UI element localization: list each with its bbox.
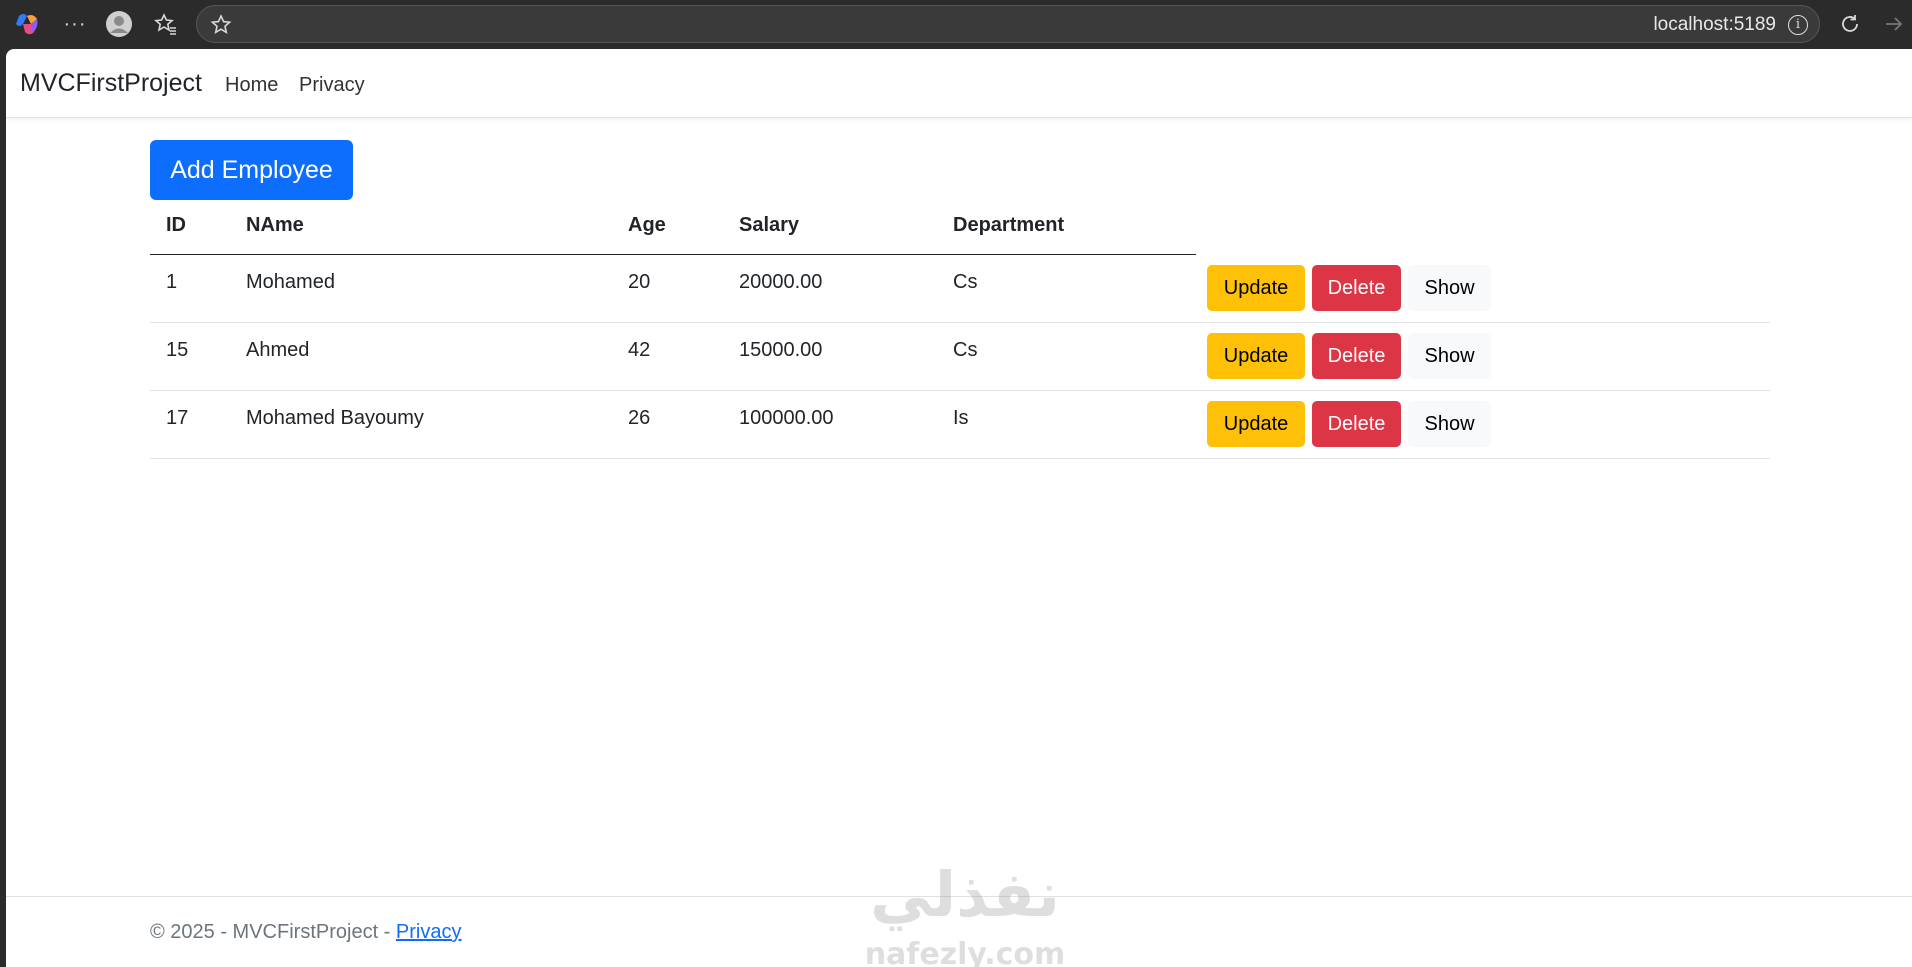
column-header-age: Age bbox=[628, 214, 666, 236]
copilot-icon[interactable] bbox=[11, 8, 43, 40]
favorites-icon[interactable] bbox=[150, 8, 182, 40]
watermark-latin-text: nafezly.com bbox=[865, 937, 1066, 967]
cell-salary: 100000.00 bbox=[739, 407, 834, 429]
footer-text: © 2025 - MVCFirstProject - Privacy bbox=[150, 921, 461, 944]
show-button[interactable]: Show bbox=[1408, 333, 1491, 379]
table-row: 15 Ahmed 42 15000.00 Cs Update Delete Sh… bbox=[150, 323, 1770, 391]
reload-icon[interactable] bbox=[1834, 8, 1866, 40]
cell-name: Ahmed bbox=[246, 339, 310, 361]
column-header-id: ID bbox=[166, 214, 186, 236]
web-page: MVCFirstProject Home Privacy Add Employe… bbox=[6, 49, 1912, 967]
update-button[interactable]: Update bbox=[1207, 265, 1305, 311]
column-header-department: Department bbox=[953, 214, 1065, 236]
delete-button[interactable]: Delete bbox=[1312, 401, 1401, 447]
add-employee-button[interactable]: Add Employee bbox=[150, 140, 353, 200]
cell-age: 20 bbox=[628, 271, 651, 293]
footer-copyright: © 2025 - MVCFirstProject - bbox=[150, 921, 396, 943]
cell-salary: 15000.00 bbox=[739, 339, 823, 361]
update-button[interactable]: Update bbox=[1207, 401, 1305, 447]
cell-name: Mohamed Bayoumy bbox=[246, 407, 424, 429]
table-row: 17 Mohamed Bayoumy 26 100000.00 Is Updat… bbox=[150, 391, 1770, 459]
update-button[interactable]: Update bbox=[1207, 333, 1305, 379]
cell-name: Mohamed bbox=[246, 271, 335, 293]
cell-department: Is bbox=[953, 407, 969, 429]
column-header-salary: Salary bbox=[739, 214, 800, 236]
show-button[interactable]: Show bbox=[1408, 265, 1491, 311]
more-options-icon[interactable]: ··· bbox=[59, 8, 91, 40]
url-text[interactable]: localhost:5189 bbox=[1653, 14, 1776, 36]
cell-id: 17 bbox=[166, 407, 189, 429]
cell-age: 26 bbox=[628, 407, 651, 429]
show-button[interactable]: Show bbox=[1408, 401, 1491, 447]
navbar: MVCFirstProject Home Privacy bbox=[6, 49, 1912, 118]
nav-link-home[interactable]: Home bbox=[225, 74, 278, 97]
forward-icon[interactable] bbox=[1878, 8, 1910, 40]
cell-age: 42 bbox=[628, 339, 651, 361]
delete-button[interactable]: Delete bbox=[1312, 333, 1401, 379]
cell-id: 1 bbox=[166, 271, 178, 293]
footer-privacy-link[interactable]: Privacy bbox=[396, 921, 462, 943]
address-bar[interactable]: localhost:5189 i bbox=[196, 5, 1820, 43]
delete-button[interactable]: Delete bbox=[1312, 265, 1401, 311]
column-header-name: NAme bbox=[246, 214, 304, 236]
cell-id: 15 bbox=[166, 339, 189, 361]
table-row: 1 Mohamed 20 20000.00 Cs Update Delete S… bbox=[150, 255, 1770, 323]
star-icon[interactable] bbox=[209, 13, 233, 37]
watermark-arabic-text: نفذلي bbox=[870, 858, 1060, 931]
browser-chrome: ··· localhost:5189 i bbox=[0, 0, 1912, 48]
nav-link-privacy[interactable]: Privacy bbox=[299, 74, 365, 97]
nafezly-watermark-logo: نفذلي nafezly.com bbox=[865, 858, 1066, 967]
info-icon[interactable]: i bbox=[1788, 15, 1808, 35]
cell-department: Cs bbox=[953, 271, 978, 293]
cell-department: Cs bbox=[953, 339, 978, 361]
profile-icon[interactable] bbox=[103, 8, 135, 40]
cell-salary: 20000.00 bbox=[739, 271, 823, 293]
brand-link[interactable]: MVCFirstProject bbox=[20, 69, 202, 98]
